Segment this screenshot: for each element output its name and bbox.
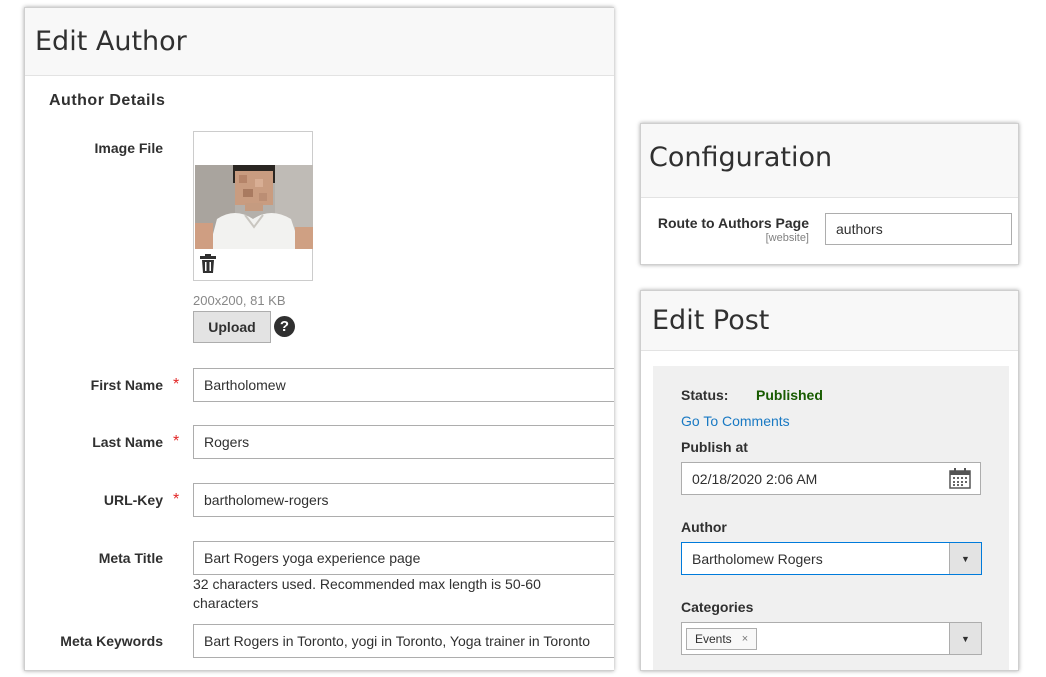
status-value: Published [756,387,823,403]
calendar-icon[interactable] [949,468,971,489]
scope-label: [website] [765,232,809,244]
edit-author-header: Edit Author [25,8,614,76]
meta-keywords-label: Meta Keywords [60,633,163,649]
last-name-input[interactable]: Rogers [193,425,614,459]
category-chip-label: Events [695,632,732,646]
image-preview [193,131,313,281]
edit-author-panel: Edit Author Author Details Image File 20… [24,7,614,671]
section-title: Author Details [49,92,166,109]
first-name-input[interactable]: Bartholomew [193,368,614,402]
required-mark: * [173,433,180,450]
help-icon[interactable]: ? [274,316,295,337]
categories-select[interactable]: Events × ▼ [681,622,982,655]
edit-post-title: Edit Post [652,305,770,336]
publish-at-label: Publish at [681,439,748,455]
url-key-label: URL-Key [103,492,163,508]
edit-post-header: Edit Post [641,291,1018,351]
meta-title-input[interactable]: Bart Rogers yoga experience page [193,541,614,575]
post-sidebar: Status: Published Go To Comments Publish… [653,366,1009,670]
upload-button[interactable]: Upload [193,311,271,343]
close-icon[interactable]: × [742,633,748,645]
publish-date-input[interactable]: 02/18/2020 2:06 AM [681,462,981,495]
categories-label: Categories [681,599,754,615]
category-chip: Events × [686,628,758,650]
image-meta: 200x200, 81 KB [193,293,286,308]
author-select-value: Bartholomew Rogers [692,550,823,567]
meta-keywords-input[interactable]: Bart Rogers in Toronto, yogi in Toronto,… [193,624,614,658]
first-name-label: First Name [90,377,163,393]
page-title: Edit Author [35,26,187,57]
configuration-panel: Configuration Route to Authors Page [web… [640,123,1019,265]
author-photo [195,165,313,249]
go-to-comments-link[interactable]: Go To Comments [681,413,790,429]
meta-title-note: 32 characters used. Recommended max leng… [193,576,541,611]
route-input[interactable]: authors [825,213,1012,245]
image-file-label: Image File [94,140,163,156]
status-label: Status: [681,387,729,403]
chevron-down-icon[interactable]: ▼ [949,543,981,574]
author-select[interactable]: Bartholomew Rogers ▼ [681,542,982,575]
chevron-down-icon[interactable]: ▼ [949,623,981,654]
edit-post-panel: Edit Post Status: Published Go To Commen… [640,290,1019,671]
author-label: Author [681,519,727,535]
configuration-header: Configuration [641,124,1018,198]
required-mark: * [173,376,180,393]
trash-icon[interactable] [200,254,216,273]
url-key-input[interactable]: bartholomew-rogers [193,483,614,517]
route-label: Route to Authors Page [657,215,809,231]
last-name-label: Last Name [92,434,163,450]
meta-title-label: Meta Title [98,550,163,566]
configuration-title: Configuration [649,142,833,173]
required-mark: * [173,491,180,508]
